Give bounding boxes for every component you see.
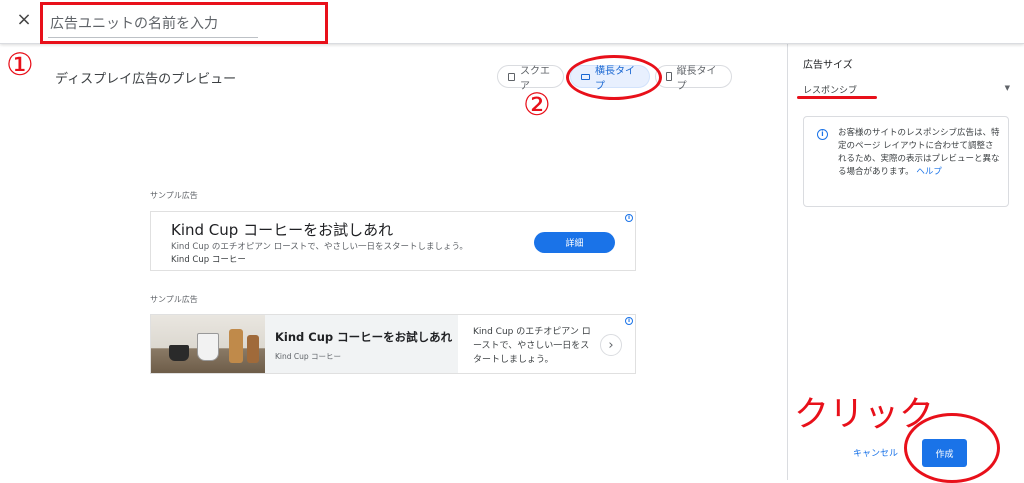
sample-ad-label: サンプル広告 bbox=[150, 191, 198, 200]
sample-ad-label: サンプル広告 bbox=[150, 295, 198, 304]
preview-title: ディスプレイ広告のプレビュー bbox=[55, 72, 237, 87]
ad-choices-icon[interactable]: i bbox=[625, 317, 633, 325]
ad-description: Kind Cup のエチオピアン ローストで、やさしい一日をスタートしましょう。 bbox=[473, 327, 591, 365]
ad-size-title: 広告サイズ bbox=[803, 60, 853, 71]
responsive-info-box: i お客様のサイトのレスポンシブ広告は、特定のページ レイアウトに合わせて調整さ… bbox=[803, 116, 1009, 207]
ad-business-name: Kind Cup コーヒー bbox=[275, 352, 342, 361]
chip-portrait[interactable]: 縦長タイプ bbox=[655, 65, 732, 92]
ad-coffee-photo bbox=[151, 315, 265, 373]
chevron-right-icon[interactable]: › bbox=[600, 334, 622, 356]
chip-square[interactable]: スクエア bbox=[497, 65, 564, 92]
help-link[interactable]: ヘルプ bbox=[916, 167, 942, 177]
ad-headline: Kind Cup コーヒーをお試しあれ bbox=[171, 221, 394, 239]
create-button[interactable]: 作成 bbox=[922, 439, 967, 467]
sample-ad-text[interactable]: Kind Cup コーヒーをお試しあれ Kind Cup のエチオピアン ロース… bbox=[150, 211, 636, 271]
info-text: お客様のサイトのレスポンシブ広告は、特定のページ レイアウトに合わせて調整される… bbox=[838, 127, 1002, 179]
ad-headline: Kind Cup コーヒーをお試しあれ bbox=[275, 330, 453, 344]
ad-business-name: Kind Cup コーヒー bbox=[171, 255, 246, 265]
ad-description: Kind Cup のエチオピアン ローストで、やさしい一日をスタートしましょう。 bbox=[171, 242, 468, 252]
close-icon[interactable]: × bbox=[14, 10, 34, 30]
ad-choices-icon[interactable]: i bbox=[625, 214, 633, 222]
annotation-underline bbox=[797, 96, 877, 99]
ad-title-panel: Kind Cup コーヒーをお試しあれ Kind Cup コーヒー bbox=[265, 315, 458, 373]
info-icon: i bbox=[817, 129, 828, 140]
ad-size-value: レスポンシブ bbox=[803, 86, 858, 96]
caret-down-icon: ▼ bbox=[1004, 84, 1010, 92]
chip-landscape[interactable]: 横長タイプ bbox=[570, 65, 650, 92]
annotation-step-1: ① bbox=[6, 47, 34, 83]
chip-portrait-label: 縦長タイプ bbox=[676, 65, 717, 92]
chip-landscape-label: 横長タイプ bbox=[595, 65, 636, 92]
top-bar: × bbox=[0, 0, 1024, 44]
cancel-button[interactable]: キャンセル bbox=[853, 446, 898, 459]
annotation-click-label: クリック bbox=[794, 395, 935, 435]
landscape-icon bbox=[581, 73, 591, 80]
sample-ad-image[interactable]: Kind Cup コーヒーをお試しあれ Kind Cup コーヒー Kind C… bbox=[150, 314, 636, 374]
ad-cta-button[interactable]: 詳細 bbox=[534, 232, 615, 253]
square-icon bbox=[508, 72, 515, 81]
annotation-step-2: ② bbox=[523, 87, 551, 123]
ad-unit-name-input[interactable] bbox=[48, 10, 258, 38]
portrait-icon bbox=[666, 72, 672, 81]
